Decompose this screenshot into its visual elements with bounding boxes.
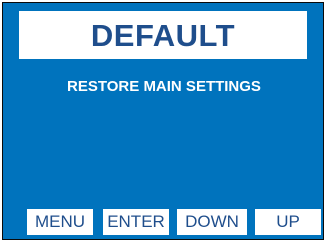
- page-title: DEFAULT: [90, 17, 236, 53]
- menu-option-label: RESTORE MAIN SETTINGS: [67, 78, 261, 95]
- up-button[interactable]: UP: [255, 209, 321, 235]
- lcd-screen: DEFAULT RESTORE MAIN SETTINGS MENU ENTER…: [2, 2, 324, 240]
- softkey-bar: MENU ENTER DOWN UP: [3, 209, 325, 235]
- down-button[interactable]: DOWN: [177, 209, 247, 235]
- enter-button[interactable]: ENTER: [103, 209, 169, 235]
- title-box: DEFAULT: [19, 11, 307, 59]
- device-frame: DEFAULT RESTORE MAIN SETTINGS MENU ENTER…: [0, 0, 328, 244]
- menu-button[interactable]: MENU: [27, 209, 93, 235]
